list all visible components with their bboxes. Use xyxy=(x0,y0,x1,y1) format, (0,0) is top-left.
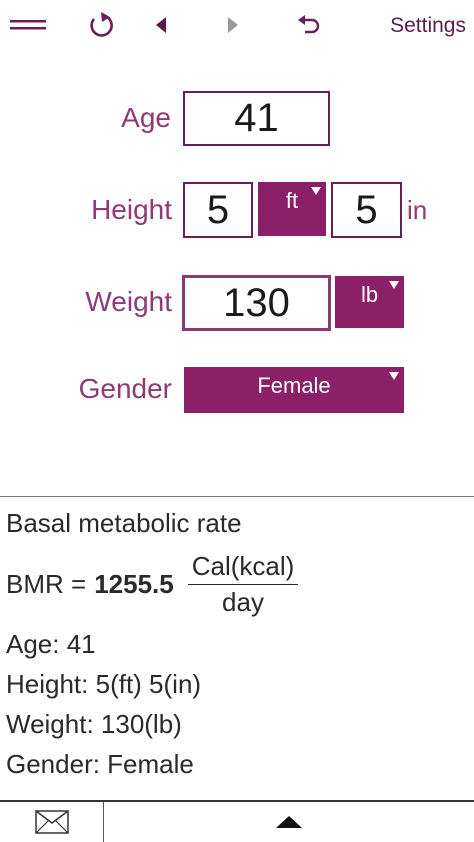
height-ft-input[interactable]: 5 xyxy=(183,182,253,238)
refresh-button[interactable] xyxy=(84,0,118,50)
refresh-icon xyxy=(90,12,113,37)
bmr-value: 1255.5 xyxy=(94,568,174,599)
height-in-input[interactable]: 5 xyxy=(331,182,402,238)
bottom-bar xyxy=(0,800,474,842)
menu-button[interactable] xyxy=(8,0,48,50)
triangle-right-icon xyxy=(228,17,238,33)
triangle-left-icon xyxy=(156,17,166,33)
envelope-icon xyxy=(34,810,69,834)
bmr-prefix: BMR = xyxy=(6,568,87,599)
gender-select[interactable]: Female xyxy=(184,367,404,413)
result-title: Basal metabolic rate xyxy=(6,508,242,538)
settings-button[interactable]: Settings xyxy=(390,14,466,38)
bmr-unit-denominator: day xyxy=(222,586,264,617)
forward-button[interactable] xyxy=(222,0,244,50)
age-input[interactable]: 41 xyxy=(183,91,330,146)
section-divider xyxy=(0,496,474,497)
result-age: Age: 41 xyxy=(6,629,96,659)
bmr-unit-fraction: Cal(kcal) day xyxy=(187,551,299,618)
email-button[interactable] xyxy=(0,802,104,842)
undo-icon xyxy=(298,15,320,34)
result-gender: Gender: Female xyxy=(6,749,194,779)
bmr-row: BMR = 1255.5 Cal(kcal) day xyxy=(6,548,299,620)
height-in-unit-label: in xyxy=(407,195,428,225)
height-ft-unit-select[interactable]: ft xyxy=(258,182,326,236)
gender-label: Gender xyxy=(78,373,172,404)
weight-unit-select[interactable]: lb xyxy=(335,276,404,328)
back-button[interactable] xyxy=(150,0,172,50)
gender-value: Female xyxy=(257,373,331,398)
expand-button[interactable] xyxy=(104,802,474,842)
result-weight: Weight: 130(lb) xyxy=(6,709,182,739)
dropdown-arrow-icon xyxy=(389,281,399,289)
weight-input[interactable]: 130 xyxy=(182,275,331,331)
result-height: Height: 5(ft) 5(in) xyxy=(6,669,202,699)
toolbar: Settings xyxy=(0,0,474,50)
dropdown-arrow-icon xyxy=(389,372,399,380)
weight-label: Weight xyxy=(85,286,172,317)
dropdown-arrow-icon xyxy=(311,187,321,195)
undo-button[interactable] xyxy=(294,0,324,50)
hamburger-icon xyxy=(10,20,46,30)
bmr-unit-numerator: Cal(kcal) xyxy=(187,551,299,585)
triangle-up-icon xyxy=(276,816,302,828)
age-label: Age xyxy=(121,102,171,133)
height-label: Height xyxy=(91,194,172,225)
